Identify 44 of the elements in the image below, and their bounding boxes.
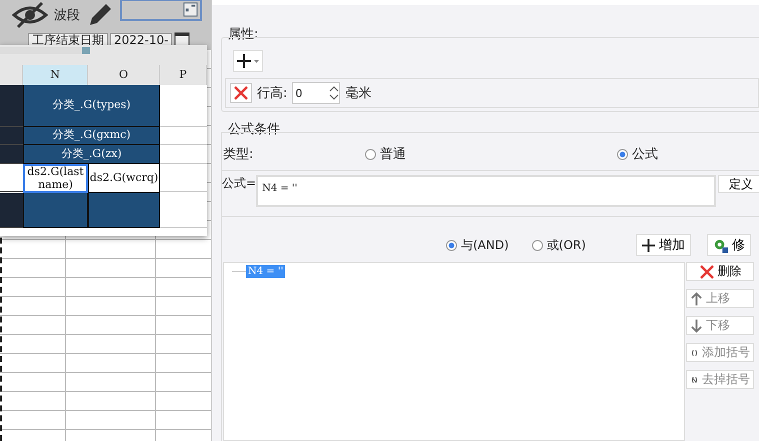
column-header[interactable]: N	[23, 65, 88, 85]
row-height-label: 行高:	[257, 85, 288, 102]
up-arrow-icon	[691, 292, 702, 306]
plus-icon	[237, 54, 259, 68]
hidden-eye-icon[interactable]	[12, 1, 48, 29]
table-cell[interactable]	[0, 127, 23, 145]
spinner-arrows-icon[interactable]	[329, 85, 340, 101]
table-cell[interactable]	[0, 193, 23, 228]
table-cell[interactable]: 分类_.G(gxmc)	[23, 127, 160, 145]
close-icon	[700, 264, 714, 278]
table-cell[interactable]: 分类_.G(zx)	[23, 145, 160, 164]
row-height-spinner[interactable]: 0	[292, 82, 340, 104]
radio-option[interactable]: 公式	[617, 145, 658, 163]
table-cell[interactable]	[0, 145, 23, 164]
field-label: 波段	[54, 7, 80, 24]
table-cell[interactable]: ds2.G(lastname)	[23, 164, 88, 194]
radio-option[interactable]: 与(AND)	[446, 236, 509, 254]
down-arrow-icon	[691, 318, 702, 332]
formula-label: 公式=	[222, 175, 256, 192]
calendar-icon	[183, 2, 198, 17]
close-icon	[234, 86, 248, 100]
formula-field[interactable]: N4 = ''	[256, 175, 716, 207]
table-cell[interactable]	[0, 164, 23, 192]
selected-widget[interactable]	[120, 0, 202, 21]
radio-option[interactable]: 或(OR)	[532, 236, 586, 254]
edit-button[interactable]: 修	[706, 234, 751, 256]
delete-button[interactable]: 删除	[686, 262, 754, 281]
gear-icon	[712, 238, 728, 252]
define-button[interactable]: 定义	[718, 175, 759, 193]
table-cell[interactable]	[0, 85, 23, 127]
scrollbar-thumb[interactable]	[0, 47, 90, 54]
unit-label: 毫米	[345, 85, 372, 102]
type-label: 类型:	[222, 146, 254, 163]
radio-option[interactable]: 普通	[365, 145, 617, 163]
table-cell[interactable]: ds2.G(wcrq)	[88, 164, 160, 194]
add-button[interactable]: 增加	[636, 234, 691, 256]
table-cell[interactable]	[88, 193, 160, 228]
column-header[interactable]: O	[88, 65, 160, 85]
delete-button[interactable]	[230, 83, 252, 103]
plus-icon	[642, 238, 655, 252]
table-cell[interactable]	[23, 193, 88, 228]
column-header[interactable]: P	[160, 65, 207, 85]
table-cell[interactable]: 分类_.G(types)	[23, 85, 160, 127]
add-dropdown-button[interactable]	[233, 50, 263, 72]
